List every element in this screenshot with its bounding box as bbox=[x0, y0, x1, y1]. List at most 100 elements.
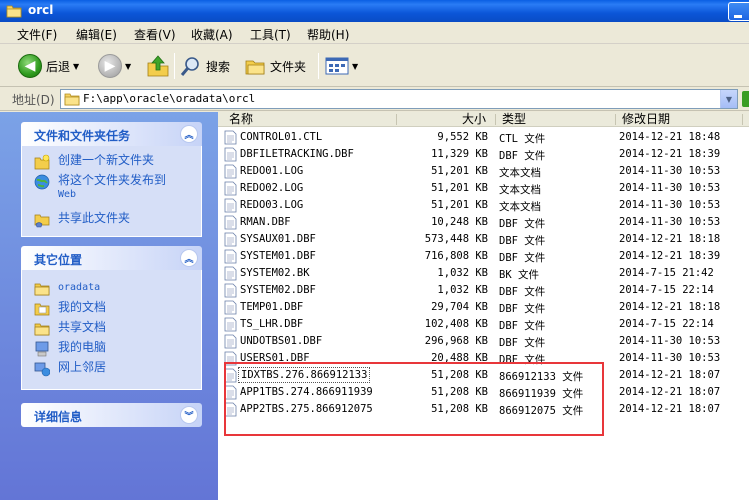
forward-arrow-icon: ▶ bbox=[98, 54, 122, 78]
file-name: REDO02.LOG bbox=[240, 182, 304, 194]
file-type: DBF 文件 bbox=[499, 218, 546, 230]
column-divider[interactable] bbox=[615, 114, 616, 125]
file-size: 573,448 KB bbox=[424, 233, 488, 245]
list-header: 名称 大小 类型 修改日期 bbox=[218, 112, 749, 127]
file-name: SYSTEM02.DBF bbox=[240, 284, 316, 296]
file-modified: 2014-12-21 18:18 bbox=[619, 301, 721, 313]
other-places-panel: 其它位置 ︽ oradata 我的文档 共享文档 我的电脑 网上邻居 bbox=[21, 246, 202, 390]
minimize-button[interactable] bbox=[728, 2, 749, 21]
title-bar: orcl bbox=[0, 0, 749, 22]
place-my-documents-label: 我的文档 bbox=[58, 300, 107, 314]
other-places-header[interactable]: 其它位置 ︽ bbox=[21, 246, 202, 270]
file-tasks-body: 创建一个新文件夹 将这个文件夹发布到 Web 共享此文件夹 bbox=[21, 146, 202, 237]
search-button[interactable]: 搜索 bbox=[180, 51, 230, 81]
file-row[interactable]: RMAN.DBF 10,248 KB DBF 文件 2014-11-30 10:53 bbox=[218, 214, 749, 231]
collapse-chevron-icon[interactable]: ︽ bbox=[180, 249, 198, 267]
file-icon bbox=[224, 249, 237, 264]
place-oradata-label: oradata bbox=[58, 282, 101, 293]
menu-favorites[interactable]: 收藏(A) bbox=[191, 26, 233, 43]
file-modified: 2014-7-15 22:14 bbox=[619, 318, 714, 330]
go-button[interactable] bbox=[742, 91, 749, 107]
address-input[interactable]: F:\app\oracle\oradata\orcl ▼ bbox=[60, 89, 738, 109]
place-oradata[interactable]: oradata bbox=[34, 281, 100, 297]
up-folder-button[interactable] bbox=[146, 51, 170, 81]
file-modified: 2014-12-21 18:18 bbox=[619, 233, 721, 245]
file-modified: 2014-12-21 18:07 bbox=[619, 369, 721, 381]
place-shared-documents[interactable]: 共享文档 bbox=[34, 321, 106, 337]
file-row[interactable]: UNDOTBS01.DBF 296,968 KB DBF 文件 2014-11-30 … bbox=[218, 333, 749, 350]
file-modified: 2014-12-21 18:39 bbox=[619, 250, 721, 262]
column-size[interactable]: 大小 bbox=[462, 112, 486, 127]
task-publish-web-line2: Web bbox=[58, 189, 77, 200]
menu-tools[interactable]: 工具(T) bbox=[250, 26, 291, 43]
file-type: DBF 文件 bbox=[499, 303, 546, 315]
other-places-body: oradata 我的文档 共享文档 我的电脑 网上邻居 bbox=[21, 270, 202, 390]
file-row[interactable]: CONTROL01.CTL 9,552 KB CTL 文件 2014-12-21 18… bbox=[218, 129, 749, 146]
shared-documents-icon bbox=[34, 323, 50, 336]
file-modified: 2014-12-21 18:39 bbox=[619, 148, 721, 160]
folder-icon bbox=[6, 5, 22, 18]
toolbar-separator bbox=[318, 53, 319, 79]
other-places-title: 其它位置 bbox=[34, 253, 83, 267]
task-share-folder[interactable]: 共享此文件夹 bbox=[34, 212, 130, 228]
file-row[interactable]: TEMP01.DBF 29,704 KB DBF 文件 2014-12-21 18:1… bbox=[218, 299, 749, 316]
file-type: DBF 文件 bbox=[499, 337, 546, 349]
file-modified: 2014-12-21 18:07 bbox=[619, 403, 721, 415]
file-row[interactable]: REDO01.LOG 51,201 KB 文本文档 2014-11-30 10:53 bbox=[218, 163, 749, 180]
file-row[interactable]: SYSTEM02.DBF 1,032 KB DBF 文件 2014-7-15 22:1… bbox=[218, 282, 749, 299]
file-tasks-panel: 文件和文件夹任务 ︽ 创建一个新文件夹 将这个文件夹发布到 Web 共享此文件夹 bbox=[21, 122, 202, 237]
details-title: 详细信息 bbox=[34, 410, 83, 424]
address-dropdown-icon[interactable]: ▼ bbox=[720, 90, 737, 108]
file-icon bbox=[224, 215, 237, 230]
place-network-label: 网上邻居 bbox=[58, 360, 107, 374]
my-computer-icon bbox=[35, 341, 49, 357]
menu-file[interactable]: 文件(F) bbox=[17, 26, 57, 43]
column-divider[interactable] bbox=[396, 114, 397, 125]
place-my-computer[interactable]: 我的电脑 bbox=[34, 341, 106, 357]
menu-view[interactable]: 查看(V) bbox=[134, 26, 176, 43]
file-row[interactable]: TS_LHR.DBF 102,408 KB DBF 文件 2014-7-15 22:1… bbox=[218, 316, 749, 333]
file-type: DBF 文件 bbox=[499, 252, 546, 264]
file-icon bbox=[224, 181, 237, 196]
column-divider[interactable] bbox=[495, 114, 496, 125]
column-divider[interactable] bbox=[742, 114, 743, 125]
chevron-down-icon[interactable]: ▼ bbox=[125, 62, 131, 71]
column-type[interactable]: 类型 bbox=[502, 112, 526, 127]
chevron-down-icon[interactable]: ▼ bbox=[73, 62, 79, 71]
chevron-down-icon[interactable]: ▼ bbox=[352, 62, 358, 71]
file-row[interactable]: DBFILETRACKING.DBF 11,329 KB DBF 文件 2014-12… bbox=[218, 146, 749, 163]
details-header[interactable]: 详细信息 ︾ bbox=[21, 403, 202, 427]
task-publish-web[interactable]: 将这个文件夹发布到 Web bbox=[34, 174, 166, 201]
place-my-documents[interactable]: 我的文档 bbox=[34, 301, 106, 317]
file-icon bbox=[224, 317, 237, 332]
file-row[interactable]: SYSAUX01.DBF 573,448 KB DBF 文件 2014-12-21 1… bbox=[218, 231, 749, 248]
file-name: CONTROL01.CTL bbox=[240, 131, 323, 143]
expand-chevron-icon[interactable]: ︾ bbox=[180, 406, 198, 424]
file-modified: 2014-11-30 10:53 bbox=[619, 216, 721, 228]
task-new-folder[interactable]: 创建一个新文件夹 bbox=[34, 154, 154, 170]
file-icon bbox=[224, 334, 237, 349]
place-network[interactable]: 网上邻居 bbox=[34, 361, 106, 377]
forward-button[interactable]: ▶ ▼ bbox=[98, 51, 131, 81]
file-tasks-header[interactable]: 文件和文件夹任务 ︽ bbox=[21, 122, 202, 146]
folders-icon bbox=[245, 60, 265, 75]
file-row[interactable]: REDO03.LOG 51,201 KB 文本文档 2014-11-30 10:53 bbox=[218, 197, 749, 214]
file-size: 102,408 KB bbox=[424, 318, 488, 330]
folders-button[interactable]: 文件夹 bbox=[244, 51, 306, 81]
file-row[interactable]: REDO02.LOG 51,201 KB 文本文档 2014-11-30 10:53 bbox=[218, 180, 749, 197]
menu-edit[interactable]: 编辑(E) bbox=[76, 26, 117, 43]
task-new-folder-label: 创建一个新文件夹 bbox=[58, 153, 155, 167]
back-button[interactable]: ◀ 后退 ▼ bbox=[18, 51, 79, 81]
back-arrow-icon: ◀ bbox=[18, 54, 42, 78]
file-row[interactable]: SYSTEM02.BK 1,032 KB BK 文件 2014-7-15 21:42 bbox=[218, 265, 749, 282]
file-tasks-title: 文件和文件夹任务 bbox=[34, 129, 131, 143]
file-icon bbox=[224, 300, 237, 315]
column-modified[interactable]: 修改日期 bbox=[622, 112, 670, 127]
file-row[interactable]: SYSTEM01.DBF 716,808 KB DBF 文件 2014-12-21 1… bbox=[218, 248, 749, 265]
column-name[interactable]: 名称 bbox=[229, 112, 253, 127]
file-icon bbox=[224, 198, 237, 213]
menu-help[interactable]: 帮助(H) bbox=[307, 26, 349, 43]
views-button[interactable]: ▼ bbox=[325, 51, 358, 81]
file-size: 11,329 KB bbox=[431, 148, 488, 160]
collapse-chevron-icon[interactable]: ︽ bbox=[180, 125, 198, 143]
